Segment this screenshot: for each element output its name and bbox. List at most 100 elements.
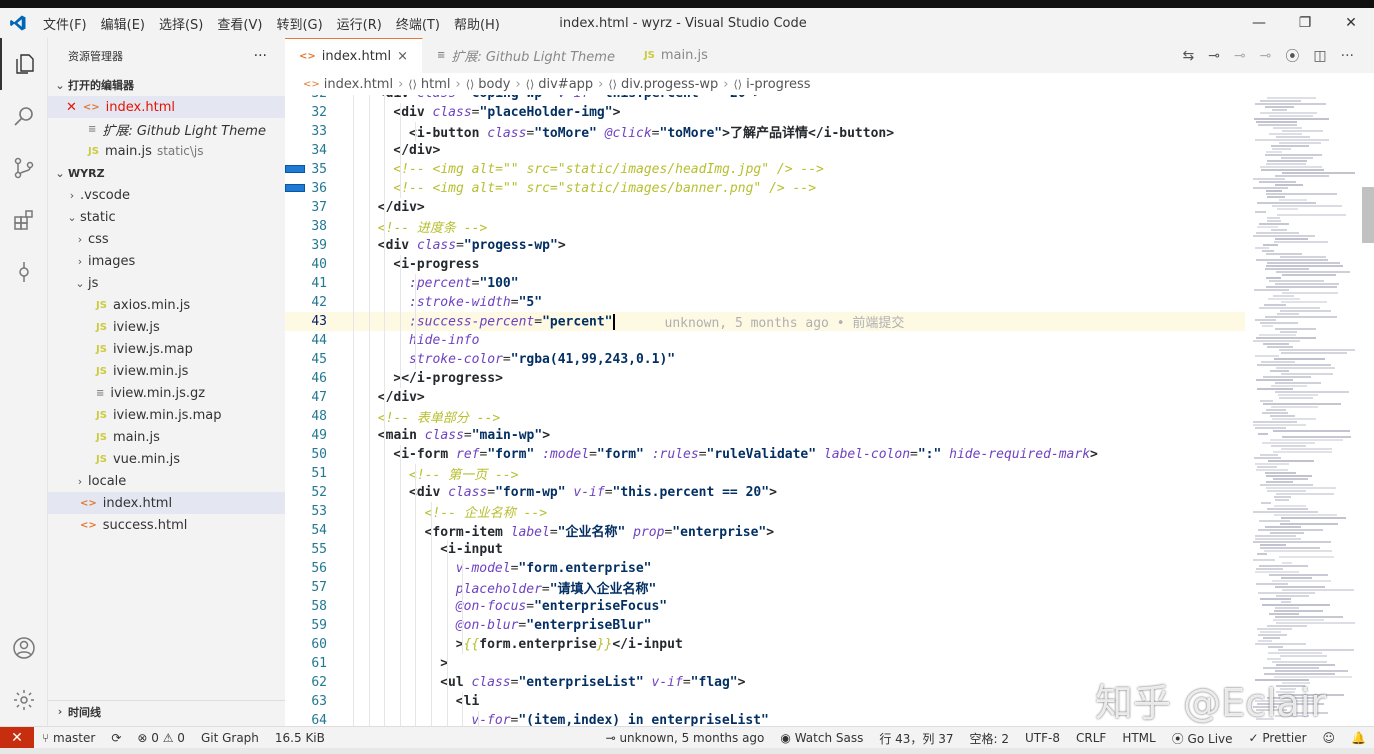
breadcrumb-item[interactable]: div#app: [538, 77, 593, 92]
menu-item[interactable]: 帮助(H): [447, 14, 507, 33]
compare-changes-icon[interactable]: ⇆: [1182, 48, 1194, 64]
code-line[interactable]: 45 stroke-color="rgba(41,99,243,0.1)": [285, 350, 1245, 369]
menu-item[interactable]: 终端(T): [389, 14, 447, 33]
tree-item[interactable]: JS iview.min.js: [48, 360, 285, 382]
breadcrumb-item[interactable]: html: [421, 77, 451, 92]
tree-item[interactable]: JS iview.min.js.map: [48, 404, 285, 426]
tree-item[interactable]: JS vue.min.js: [48, 448, 285, 470]
code-line[interactable]: 48 <!-- 表单部分 -->: [285, 407, 1245, 426]
prettier-status[interactable]: ✓ Prettier: [1241, 731, 1315, 745]
code-line[interactable]: 46 ></i-progress>: [285, 369, 1245, 388]
timeline-icon[interactable]: [0, 246, 48, 298]
tree-item[interactable]: › .vscode: [48, 184, 285, 206]
cursor-position-status[interactable]: 行 43，列 37: [871, 730, 961, 747]
more-actions-icon[interactable]: ···: [1341, 48, 1354, 64]
timeline-section[interactable]: › 时间线: [48, 700, 285, 722]
git-graph-status[interactable]: Git Graph: [193, 731, 267, 745]
open-editor-item[interactable]: ✕ <> index.html: [48, 96, 285, 118]
tree-item[interactable]: JS main.js: [48, 426, 285, 448]
menu-item[interactable]: 查看(V): [210, 14, 269, 33]
code-line[interactable]: 47 </div>: [285, 388, 1245, 407]
code-line[interactable]: 33 <i-button class="toMore" @click="toMor…: [285, 122, 1245, 141]
code-line[interactable]: 37 </div>: [285, 198, 1245, 217]
code-line[interactable]: 58 @on-focus="enterpriseFocus": [285, 597, 1245, 616]
code-line[interactable]: 54 <form-item label="企业名称" prop="enterpri…: [285, 521, 1245, 540]
close-tab-icon[interactable]: ×: [397, 49, 408, 64]
branch-status[interactable]: ⑂ master: [34, 731, 103, 745]
minimap[interactable]: [1245, 95, 1360, 726]
tree-item[interactable]: JS iview.js: [48, 316, 285, 338]
open-editor-item[interactable]: ≡ 扩展: Github Light Theme: [48, 118, 285, 140]
code-line[interactable]: 59 @on-blur="enterpriseBlur": [285, 616, 1245, 635]
code-line[interactable]: 34 </div>: [285, 141, 1245, 160]
breadcrumb-item[interactable]: div.progess-wp: [621, 77, 718, 92]
source-control-icon[interactable]: [0, 142, 48, 194]
menu-item[interactable]: 选择(S): [152, 14, 210, 33]
code-line[interactable]: 38 <!-- 进度条 -->: [285, 217, 1245, 236]
go-live-status[interactable]: ⦿ Go Live: [1164, 730, 1241, 747]
workspace-section[interactable]: ⌄ WYRZ: [48, 162, 285, 184]
close-icon[interactable]: ✕: [66, 100, 77, 115]
git-commit-icon[interactable]: ⊸: [1208, 48, 1220, 64]
split-editor-icon[interactable]: ◫: [1313, 48, 1326, 64]
blame-status[interactable]: ⊸ unknown, 5 months ago: [598, 731, 773, 745]
code-line[interactable]: 42:stroke-width="5": [285, 293, 1245, 312]
tree-item[interactable]: › images: [48, 250, 285, 272]
problems-status[interactable]: ⊗ 0 ⚠ 0: [129, 731, 193, 745]
feedback-icon[interactable]: ☺: [1315, 731, 1344, 745]
tree-item[interactable]: › css: [48, 228, 285, 250]
code-line[interactable]: 39 <div class="progess-wp">: [285, 236, 1245, 255]
open-preview-icon[interactable]: ⦿: [1285, 46, 1299, 66]
code-line[interactable]: 55 <i-input: [285, 540, 1245, 559]
code-line[interactable]: 49 <main class="main-wp">: [285, 426, 1245, 445]
menu-item[interactable]: 运行(R): [330, 14, 389, 33]
breadcrumb-item[interactable]: i-progress: [746, 77, 810, 92]
tree-item[interactable]: <> success.html: [48, 514, 285, 536]
more-actions-icon[interactable]: ···: [254, 48, 267, 64]
open-editors-section[interactable]: ⌄ 打开的编辑器: [48, 74, 285, 96]
indentation-status[interactable]: 空格: 2: [962, 730, 1018, 747]
code-line[interactable]: 56 v-model="form.enterprise": [285, 559, 1245, 578]
tree-item[interactable]: <> index.html: [48, 492, 285, 514]
code-line[interactable]: 35 <!-- <img alt="" src="static/images/he…: [285, 160, 1245, 179]
restore-button[interactable]: ❐: [1282, 8, 1328, 38]
previous-change-icon[interactable]: ⊸: [1234, 48, 1246, 64]
scrollbar-thumb[interactable]: [1362, 187, 1374, 243]
menu-item[interactable]: 文件(F): [36, 14, 94, 33]
code-line[interactable]: 52 <div class="form-wp" v-if="this.percen…: [285, 483, 1245, 502]
gutter-diff-marker[interactable]: [285, 184, 305, 192]
watch-sass-status[interactable]: ◉ Watch Sass: [772, 731, 871, 745]
code-line[interactable]: 44 hide-info: [285, 331, 1245, 350]
vertical-scrollbar[interactable]: [1360, 95, 1374, 726]
code-line[interactable]: 53 <!-- 企业名称 -->: [285, 502, 1245, 521]
breadcrumb-item[interactable]: body: [478, 77, 510, 92]
account-icon[interactable]: [0, 622, 48, 674]
code-line[interactable]: 41:percent="100": [285, 274, 1245, 293]
close-window-button[interactable]: ✕: [1328, 8, 1374, 38]
code-view[interactable]: 32 <div class="coping-wp" v-if="this.perc…: [285, 95, 1245, 726]
remote-indicator[interactable]: ✕: [0, 726, 34, 749]
tab-extension-theme[interactable]: ≡ 扩展: Github Light Theme: [423, 38, 630, 73]
encoding-status[interactable]: UTF-8: [1017, 731, 1068, 745]
menu-item[interactable]: 编辑(E): [94, 14, 152, 33]
extensions-icon[interactable]: [0, 194, 48, 246]
tree-item[interactable]: ≡ iview.min.js.gz: [48, 382, 285, 404]
tab-main-js[interactable]: JS main.js: [630, 38, 723, 73]
minimize-button[interactable]: —: [1236, 8, 1282, 38]
code-line[interactable]: 57 placeholder="请填入企业名称": [285, 578, 1245, 597]
tree-item[interactable]: JS axios.min.js: [48, 294, 285, 316]
code-line[interactable]: 60 >{{form.enterprise}}</i-input: [285, 635, 1245, 654]
tree-item[interactable]: › locale: [48, 470, 285, 492]
code-line[interactable]: 51 <!-- 第一页 -->: [285, 464, 1245, 483]
code-line[interactable]: 40 <i-progress: [285, 255, 1245, 274]
code-line[interactable]: 32 <div class="coping-wp" v-if="this.perc…: [285, 95, 1245, 103]
tree-item[interactable]: ⌄ static: [48, 206, 285, 228]
code-line[interactable]: 32 <div class="placeHolder-img">: [285, 103, 1245, 122]
tab-index-html[interactable]: <> index.html ×: [285, 38, 423, 73]
breadcrumb-item[interactable]: index.html: [324, 77, 393, 92]
next-change-icon[interactable]: ⊸: [1260, 48, 1272, 64]
eol-status[interactable]: CRLF: [1068, 731, 1114, 745]
sync-icon[interactable]: ⟳: [103, 731, 129, 745]
code-line[interactable]: 43:success-percent="percent" unknown, 5 m…: [285, 312, 1245, 331]
explorer-icon[interactable]: [0, 38, 48, 90]
